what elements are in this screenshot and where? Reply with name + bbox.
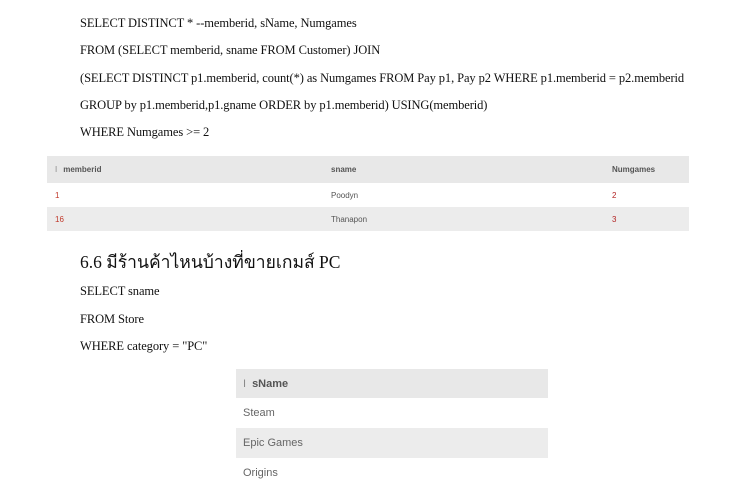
column-header-label: sName: [252, 377, 289, 390]
cell-sname: Origins: [243, 467, 278, 479]
sort-marker-icon: I: [55, 165, 58, 174]
column-header-memberid[interactable]: Imemberid: [47, 156, 323, 183]
column-header-sname[interactable]: IsName: [236, 369, 548, 398]
column-header-label: memberid: [63, 165, 102, 174]
cell-numgames: 3: [604, 207, 689, 231]
cell-sname: Thanapon: [323, 207, 604, 231]
table-header-row: IsName: [236, 369, 548, 398]
table-row[interactable]: Steam: [236, 398, 548, 428]
sql-line: GROUP by p1.memberid,p1.gname ORDER by p…: [80, 98, 488, 112]
cell-memberid: 1: [55, 190, 60, 200]
cell-sname: Poodyn: [331, 190, 359, 200]
sql-line: FROM (SELECT memberid, sname FROM Custom…: [80, 43, 381, 57]
cell-sname: Steam: [243, 407, 275, 419]
table-header-row: Imemberid sname Numgames: [47, 156, 689, 183]
column-header-sname[interactable]: sname: [323, 156, 604, 183]
result-table-members: Imemberid sname Numgames 1 Poodyn 2 16 T…: [47, 156, 689, 231]
table-row[interactable]: Epic Games: [236, 428, 548, 458]
sort-marker-icon: I: [243, 377, 247, 390]
sql-line: SELECT sname: [80, 284, 160, 298]
sql-line: SELECT DISTINCT * --memberid, sName, Num…: [80, 16, 357, 30]
table-row[interactable]: Origins: [236, 458, 548, 488]
sql-line: FROM Store: [80, 312, 144, 326]
cell-sname: Epic Games: [236, 428, 548, 458]
column-header-numgames[interactable]: Numgames: [604, 156, 689, 183]
sql-line: WHERE category = "PC": [80, 339, 208, 353]
table-row[interactable]: 16 Thanapon 3: [47, 207, 689, 231]
result-table-stores: IsName Steam Epic Games Origins: [236, 369, 548, 488]
sql-line: WHERE Numgames >= 2: [80, 125, 210, 139]
sql-line: (SELECT DISTINCT p1.memberid, count(*) a…: [80, 71, 685, 85]
cell-memberid: 16: [47, 207, 323, 231]
cell-numgames: 2: [612, 190, 617, 200]
table-row[interactable]: 1 Poodyn 2: [47, 183, 689, 207]
section-heading: 6.6 มีร้านค้าไหนบ้างที่ขายเกมส์ PC: [80, 252, 341, 272]
